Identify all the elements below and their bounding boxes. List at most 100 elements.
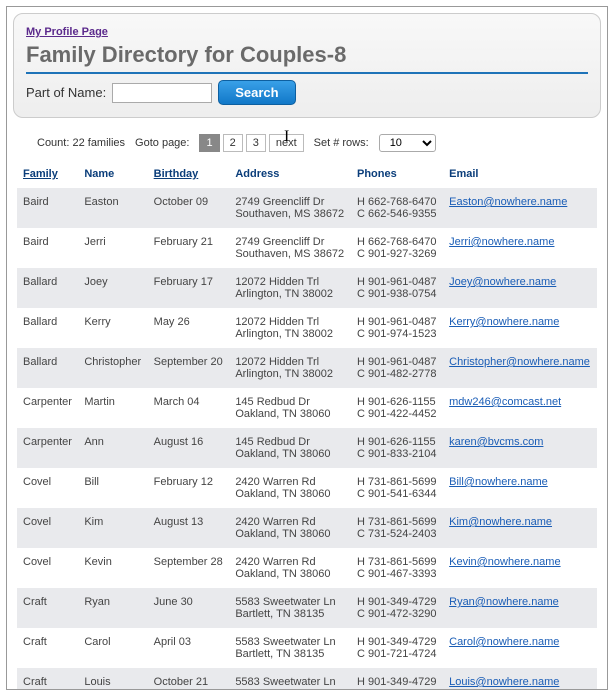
cell-birthday: September 20 bbox=[148, 348, 230, 388]
cell-name: Ryan bbox=[78, 588, 147, 628]
table-row: BairdJerriFebruary 212749 Greencliff DrS… bbox=[17, 228, 597, 268]
table-row: BallardChristopherSeptember 2012072 Hidd… bbox=[17, 348, 597, 388]
cell-family: Ballard bbox=[17, 348, 78, 388]
cell-birthday: October 21 bbox=[148, 668, 230, 690]
col-family[interactable]: Family bbox=[17, 160, 78, 188]
cell-family: Carpenter bbox=[17, 388, 78, 428]
email-link[interactable]: Easton@nowhere.name bbox=[449, 196, 567, 208]
table-row: CovelKevinSeptember 282420 Warren RdOakl… bbox=[17, 548, 597, 588]
cell-family: Craft bbox=[17, 628, 78, 668]
cell-phones: H 662-768-6470C 901-927-3269 bbox=[351, 228, 443, 268]
cell-address: 12072 Hidden TrlArlington, TN 38002 bbox=[229, 268, 351, 308]
table-row: BairdEastonOctober 092749 Greencliff DrS… bbox=[17, 188, 597, 228]
email-link[interactable]: Ryan@nowhere.name bbox=[449, 596, 559, 608]
table-row: CraftLouisOctober 215583 Sweetwater LnBa… bbox=[17, 668, 597, 690]
page-1[interactable]: 1 bbox=[199, 134, 219, 152]
cell-family: Carpenter bbox=[17, 428, 78, 468]
email-link[interactable]: Bill@nowhere.name bbox=[449, 476, 548, 488]
cell-email: mdw246@comcast.net bbox=[443, 388, 597, 428]
cell-phones: H 901-626-1155C 901-422-4452 bbox=[351, 388, 443, 428]
cell-address: 12072 Hidden TrlArlington, TN 38002 bbox=[229, 308, 351, 348]
cell-address: 145 Redbud DrOakland, TN 38060 bbox=[229, 428, 351, 468]
page-3[interactable]: 3 bbox=[246, 134, 266, 152]
cell-name: Martin bbox=[78, 388, 147, 428]
cell-birthday: February 17 bbox=[148, 268, 230, 308]
table-row: CarpenterMartinMarch 04145 Redbud DrOakl… bbox=[17, 388, 597, 428]
cell-family: Craft bbox=[17, 588, 78, 628]
cell-address: 2749 Greencliff DrSouthaven, MS 38672 bbox=[229, 228, 351, 268]
col-address: Address bbox=[229, 160, 351, 188]
cell-family: Covel bbox=[17, 468, 78, 508]
cell-email: Christopher@nowhere.name bbox=[443, 348, 597, 388]
cell-email: karen@bvcms.com bbox=[443, 428, 597, 468]
cell-family: Baird bbox=[17, 188, 78, 228]
email-link[interactable]: mdw246@comcast.net bbox=[449, 396, 561, 408]
cell-birthday: June 30 bbox=[148, 588, 230, 628]
cell-phones: H 901-626-1155C 901-833-2104 bbox=[351, 428, 443, 468]
cell-family: Ballard bbox=[17, 268, 78, 308]
profile-link[interactable]: My Profile Page bbox=[26, 26, 108, 38]
cell-phones: H 901-349-4729C 870-821-8110 bbox=[351, 668, 443, 690]
cell-name: Louis bbox=[78, 668, 147, 690]
table-row: CraftCarolApril 035583 Sweetwater LnBart… bbox=[17, 628, 597, 668]
table-row: BallardKerryMay 2612072 Hidden TrlArling… bbox=[17, 308, 597, 348]
cell-family: Ballard bbox=[17, 308, 78, 348]
cell-address: 5583 Sweetwater LnBartlett, TN 38135 bbox=[229, 588, 351, 628]
cell-email: Carol@nowhere.name bbox=[443, 628, 597, 668]
cell-email: Bill@nowhere.name bbox=[443, 468, 597, 508]
header-panel: My Profile Page Family Directory for Cou… bbox=[13, 13, 601, 118]
page-buttons: 1 2 3 next bbox=[199, 134, 303, 152]
email-link[interactable]: Kerry@nowhere.name bbox=[449, 316, 559, 328]
table-row: CraftRyanJune 305583 Sweetwater LnBartle… bbox=[17, 588, 597, 628]
search-label: Part of Name: bbox=[26, 85, 106, 100]
cell-birthday: August 13 bbox=[148, 508, 230, 548]
cell-phones: H 731-861-5699C 901-467-3393 bbox=[351, 548, 443, 588]
col-email: Email bbox=[443, 160, 597, 188]
cell-address: 12072 Hidden TrlArlington, TN 38002 bbox=[229, 348, 351, 388]
cell-email: Easton@nowhere.name bbox=[443, 188, 597, 228]
email-link[interactable]: Jerri@nowhere.name bbox=[449, 236, 554, 248]
setrows-label: Set # rows: bbox=[314, 137, 369, 149]
cell-email: Kim@nowhere.name bbox=[443, 508, 597, 548]
cell-name: Kim bbox=[78, 508, 147, 548]
email-link[interactable]: Joey@nowhere.name bbox=[449, 276, 556, 288]
cell-email: Jerri@nowhere.name bbox=[443, 228, 597, 268]
rows-select[interactable]: 10 bbox=[379, 134, 436, 152]
cell-email: Joey@nowhere.name bbox=[443, 268, 597, 308]
email-link[interactable]: Kevin@nowhere.name bbox=[449, 556, 560, 568]
cell-name: Bill bbox=[78, 468, 147, 508]
page-title: Family Directory for Couples-8 bbox=[26, 42, 588, 74]
email-link[interactable]: Kim@nowhere.name bbox=[449, 516, 552, 528]
table-row: CovelBillFebruary 122420 Warren RdOaklan… bbox=[17, 468, 597, 508]
cell-birthday: April 03 bbox=[148, 628, 230, 668]
email-link[interactable]: Louis@nowhere.name bbox=[449, 676, 559, 688]
cell-email: Louis@nowhere.name bbox=[443, 668, 597, 690]
page-2[interactable]: 2 bbox=[223, 134, 243, 152]
col-birthday[interactable]: Birthday bbox=[148, 160, 230, 188]
table-row: CovelKimAugust 132420 Warren RdOakland, … bbox=[17, 508, 597, 548]
cell-name: Joey bbox=[78, 268, 147, 308]
page-next[interactable]: next bbox=[269, 134, 304, 152]
cell-address: 5583 Sweetwater LnBartlett, TN 38135 bbox=[229, 668, 351, 690]
email-link[interactable]: Christopher@nowhere.name bbox=[449, 356, 590, 368]
window: My Profile Page Family Directory for Cou… bbox=[6, 6, 608, 690]
count-label: Count: 22 families bbox=[37, 137, 125, 149]
cell-phones: H 901-961-0487C 901-482-2778 bbox=[351, 348, 443, 388]
goto-label: Goto page: bbox=[135, 137, 189, 149]
cell-address: 2420 Warren RdOakland, TN 38060 bbox=[229, 548, 351, 588]
search-input[interactable] bbox=[112, 83, 212, 103]
cell-address: 2749 Greencliff DrSouthaven, MS 38672 bbox=[229, 188, 351, 228]
email-link[interactable]: Carol@nowhere.name bbox=[449, 636, 559, 648]
cell-family: Baird bbox=[17, 228, 78, 268]
cell-family: Covel bbox=[17, 548, 78, 588]
email-link[interactable]: karen@bvcms.com bbox=[449, 436, 543, 448]
cell-address: 145 Redbud DrOakland, TN 38060 bbox=[229, 388, 351, 428]
table-row: CarpenterAnnAugust 16145 Redbud DrOaklan… bbox=[17, 428, 597, 468]
cell-phones: H 731-861-5699C 901-541-6344 bbox=[351, 468, 443, 508]
cell-birthday: February 21 bbox=[148, 228, 230, 268]
search-button[interactable]: Search bbox=[218, 80, 295, 105]
cell-birthday: August 16 bbox=[148, 428, 230, 468]
cell-address: 5583 Sweetwater LnBartlett, TN 38135 bbox=[229, 628, 351, 668]
cell-birthday: September 28 bbox=[148, 548, 230, 588]
cell-family: Craft bbox=[17, 668, 78, 690]
